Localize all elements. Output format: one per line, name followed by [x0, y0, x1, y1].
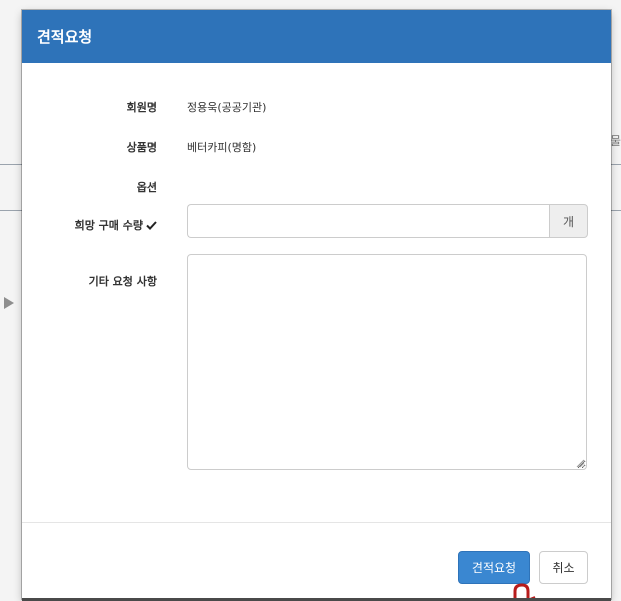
product-value: 베터카피(명함): [187, 141, 257, 154]
product-row: 상품명 베터카피(명함): [22, 139, 257, 155]
cancel-button[interactable]: 취소: [539, 551, 588, 584]
background-divider: [0, 164, 22, 165]
background-divider: [611, 164, 621, 165]
quantity-input-group: 개: [187, 204, 588, 238]
quantity-unit-addon: 개: [549, 204, 588, 238]
member-value: 정용욱(공공기관): [187, 101, 267, 114]
notes-label: 기타 요청 사항: [88, 275, 157, 288]
resize-grip-icon[interactable]: [575, 458, 585, 468]
background-arrow-icon: [4, 297, 14, 309]
quote-request-modal: 견적요청 회원명 정용욱(공공기관) 상품명 베터카피(명함) 옵션 희망 구매…: [22, 10, 611, 599]
option-label: 옵션: [136, 181, 157, 194]
quantity-label-wrap: 희망 구매 수량: [22, 217, 157, 233]
background-text: 물: [609, 134, 621, 148]
page: 물 견적요청 회원명 정용욱(공공기관) 상품명 베터카피(명함) 옵션 희망 …: [0, 0, 621, 601]
member-label: 회원명: [126, 101, 157, 114]
modal-title: 견적요청: [37, 28, 93, 46]
option-row: 옵션: [22, 179, 157, 195]
background-divider: [611, 210, 621, 211]
member-row: 회원명 정용욱(공공기관): [22, 99, 267, 115]
submit-quote-button[interactable]: 견적요청: [458, 551, 530, 584]
check-icon: [146, 221, 157, 230]
notes-textarea[interactable]: [187, 254, 587, 470]
background-divider: [0, 210, 22, 211]
product-label: 상품명: [126, 141, 157, 154]
quantity-label: 희망 구매 수량: [74, 219, 143, 232]
modal-header: 견적요청: [22, 10, 611, 63]
notes-row: 기타 요청 사항: [22, 273, 157, 289]
quantity-input[interactable]: [187, 204, 549, 238]
quantity-row: 희망 구매 수량: [22, 217, 157, 233]
